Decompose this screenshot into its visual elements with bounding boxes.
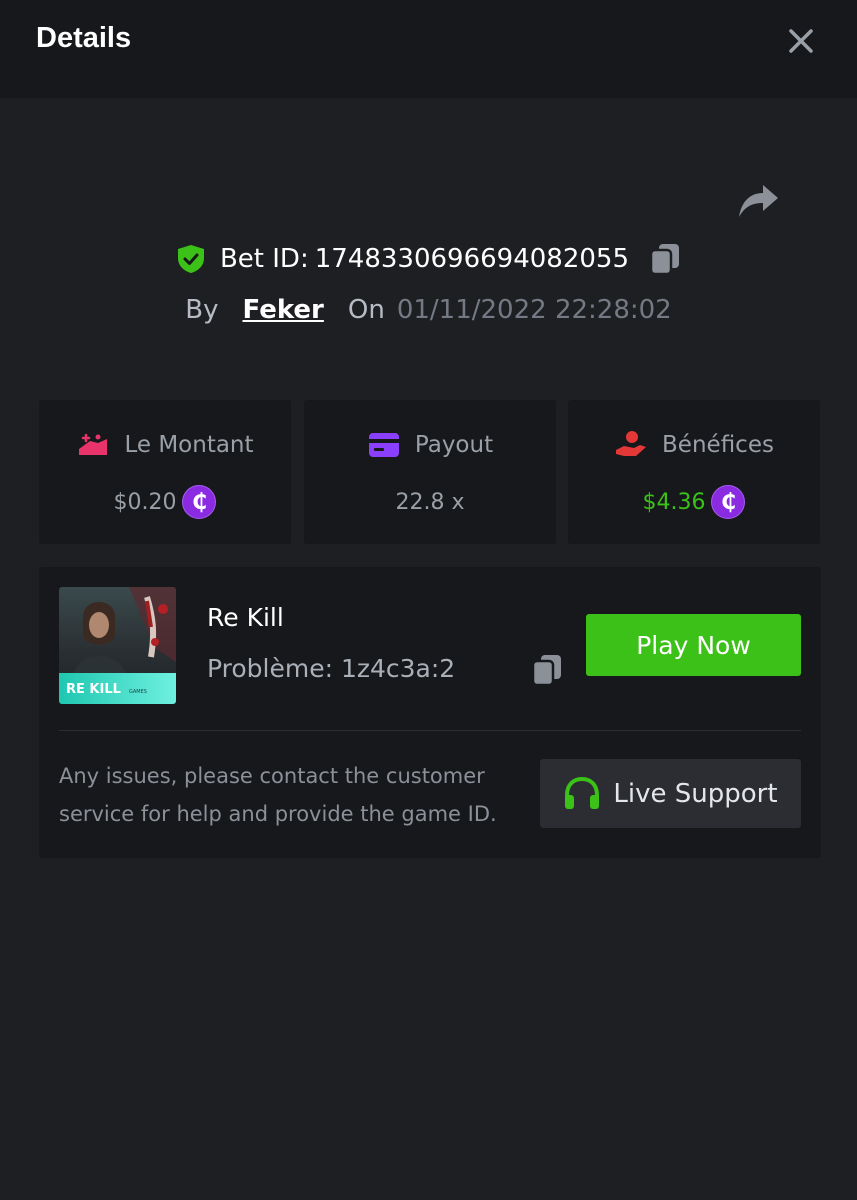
bet-id-row: Bet ID: 1748330696694082055 xyxy=(0,238,857,280)
play-now-button[interactable]: Play Now xyxy=(586,614,801,676)
share-button[interactable] xyxy=(735,180,781,222)
coin-icon: ₵ xyxy=(182,485,217,519)
game-thumbnail[interactable]: RE KILL GAMES xyxy=(59,587,176,704)
close-button[interactable] xyxy=(780,20,822,62)
coin-icon: ₵ xyxy=(711,485,746,519)
user-link[interactable]: Feker xyxy=(242,295,323,325)
close-icon xyxy=(789,29,813,53)
game-issue-id: Problème: 1z4c3a:2 xyxy=(207,654,456,683)
bet-id-value: 1748330696694082055 xyxy=(314,244,630,274)
stat-card-payout: Payout 22.8 x xyxy=(304,400,556,544)
page-title: Details xyxy=(36,22,132,54)
copy-bet-id-icon[interactable] xyxy=(649,242,681,276)
live-support-button[interactable]: Live Support xyxy=(540,759,801,828)
thumbnail-subtitle: GAMES xyxy=(129,689,147,695)
help-text: Any issues, please contact the customer … xyxy=(59,764,497,826)
live-support-label: Live Support xyxy=(613,778,778,809)
stat-label-profit: Bénéfices xyxy=(662,432,774,458)
thumbnail-title: RE KILL xyxy=(66,682,121,697)
divider xyxy=(59,730,801,731)
profit-icon xyxy=(614,430,648,460)
game-card: RE KILL GAMES Re Kill Problème: 1z4c3a:2… xyxy=(39,567,821,858)
copy-game-id-icon[interactable] xyxy=(531,653,563,687)
verified-shield-icon xyxy=(176,244,206,274)
by-label: By xyxy=(185,295,219,325)
amount-icon xyxy=(76,430,110,460)
on-label: On xyxy=(347,295,385,325)
details-header: Details xyxy=(0,0,857,98)
share-icon xyxy=(739,185,778,217)
stat-value-amount: $0.20 xyxy=(113,489,177,515)
headphones-icon xyxy=(563,776,601,811)
bet-id-label: Bet ID: xyxy=(219,244,309,274)
game-name: Re Kill xyxy=(207,603,284,632)
stat-card-amount: Le Montant $0.20 ₵ xyxy=(39,400,291,544)
stat-label-amount: Le Montant xyxy=(124,432,254,458)
stat-value-payout: 22.8 x xyxy=(395,489,465,515)
card-icon xyxy=(367,430,401,460)
stat-label-payout: Payout xyxy=(414,432,494,458)
bet-date: 01/11/2022 22:28:02 xyxy=(396,295,672,325)
stat-value-profit: $4.36 xyxy=(642,489,706,515)
stat-card-profit: Bénéfices $4.36 ₵ xyxy=(568,400,820,544)
bet-meta-row: By Feker On 01/11/2022 22:28:02 xyxy=(0,290,857,330)
